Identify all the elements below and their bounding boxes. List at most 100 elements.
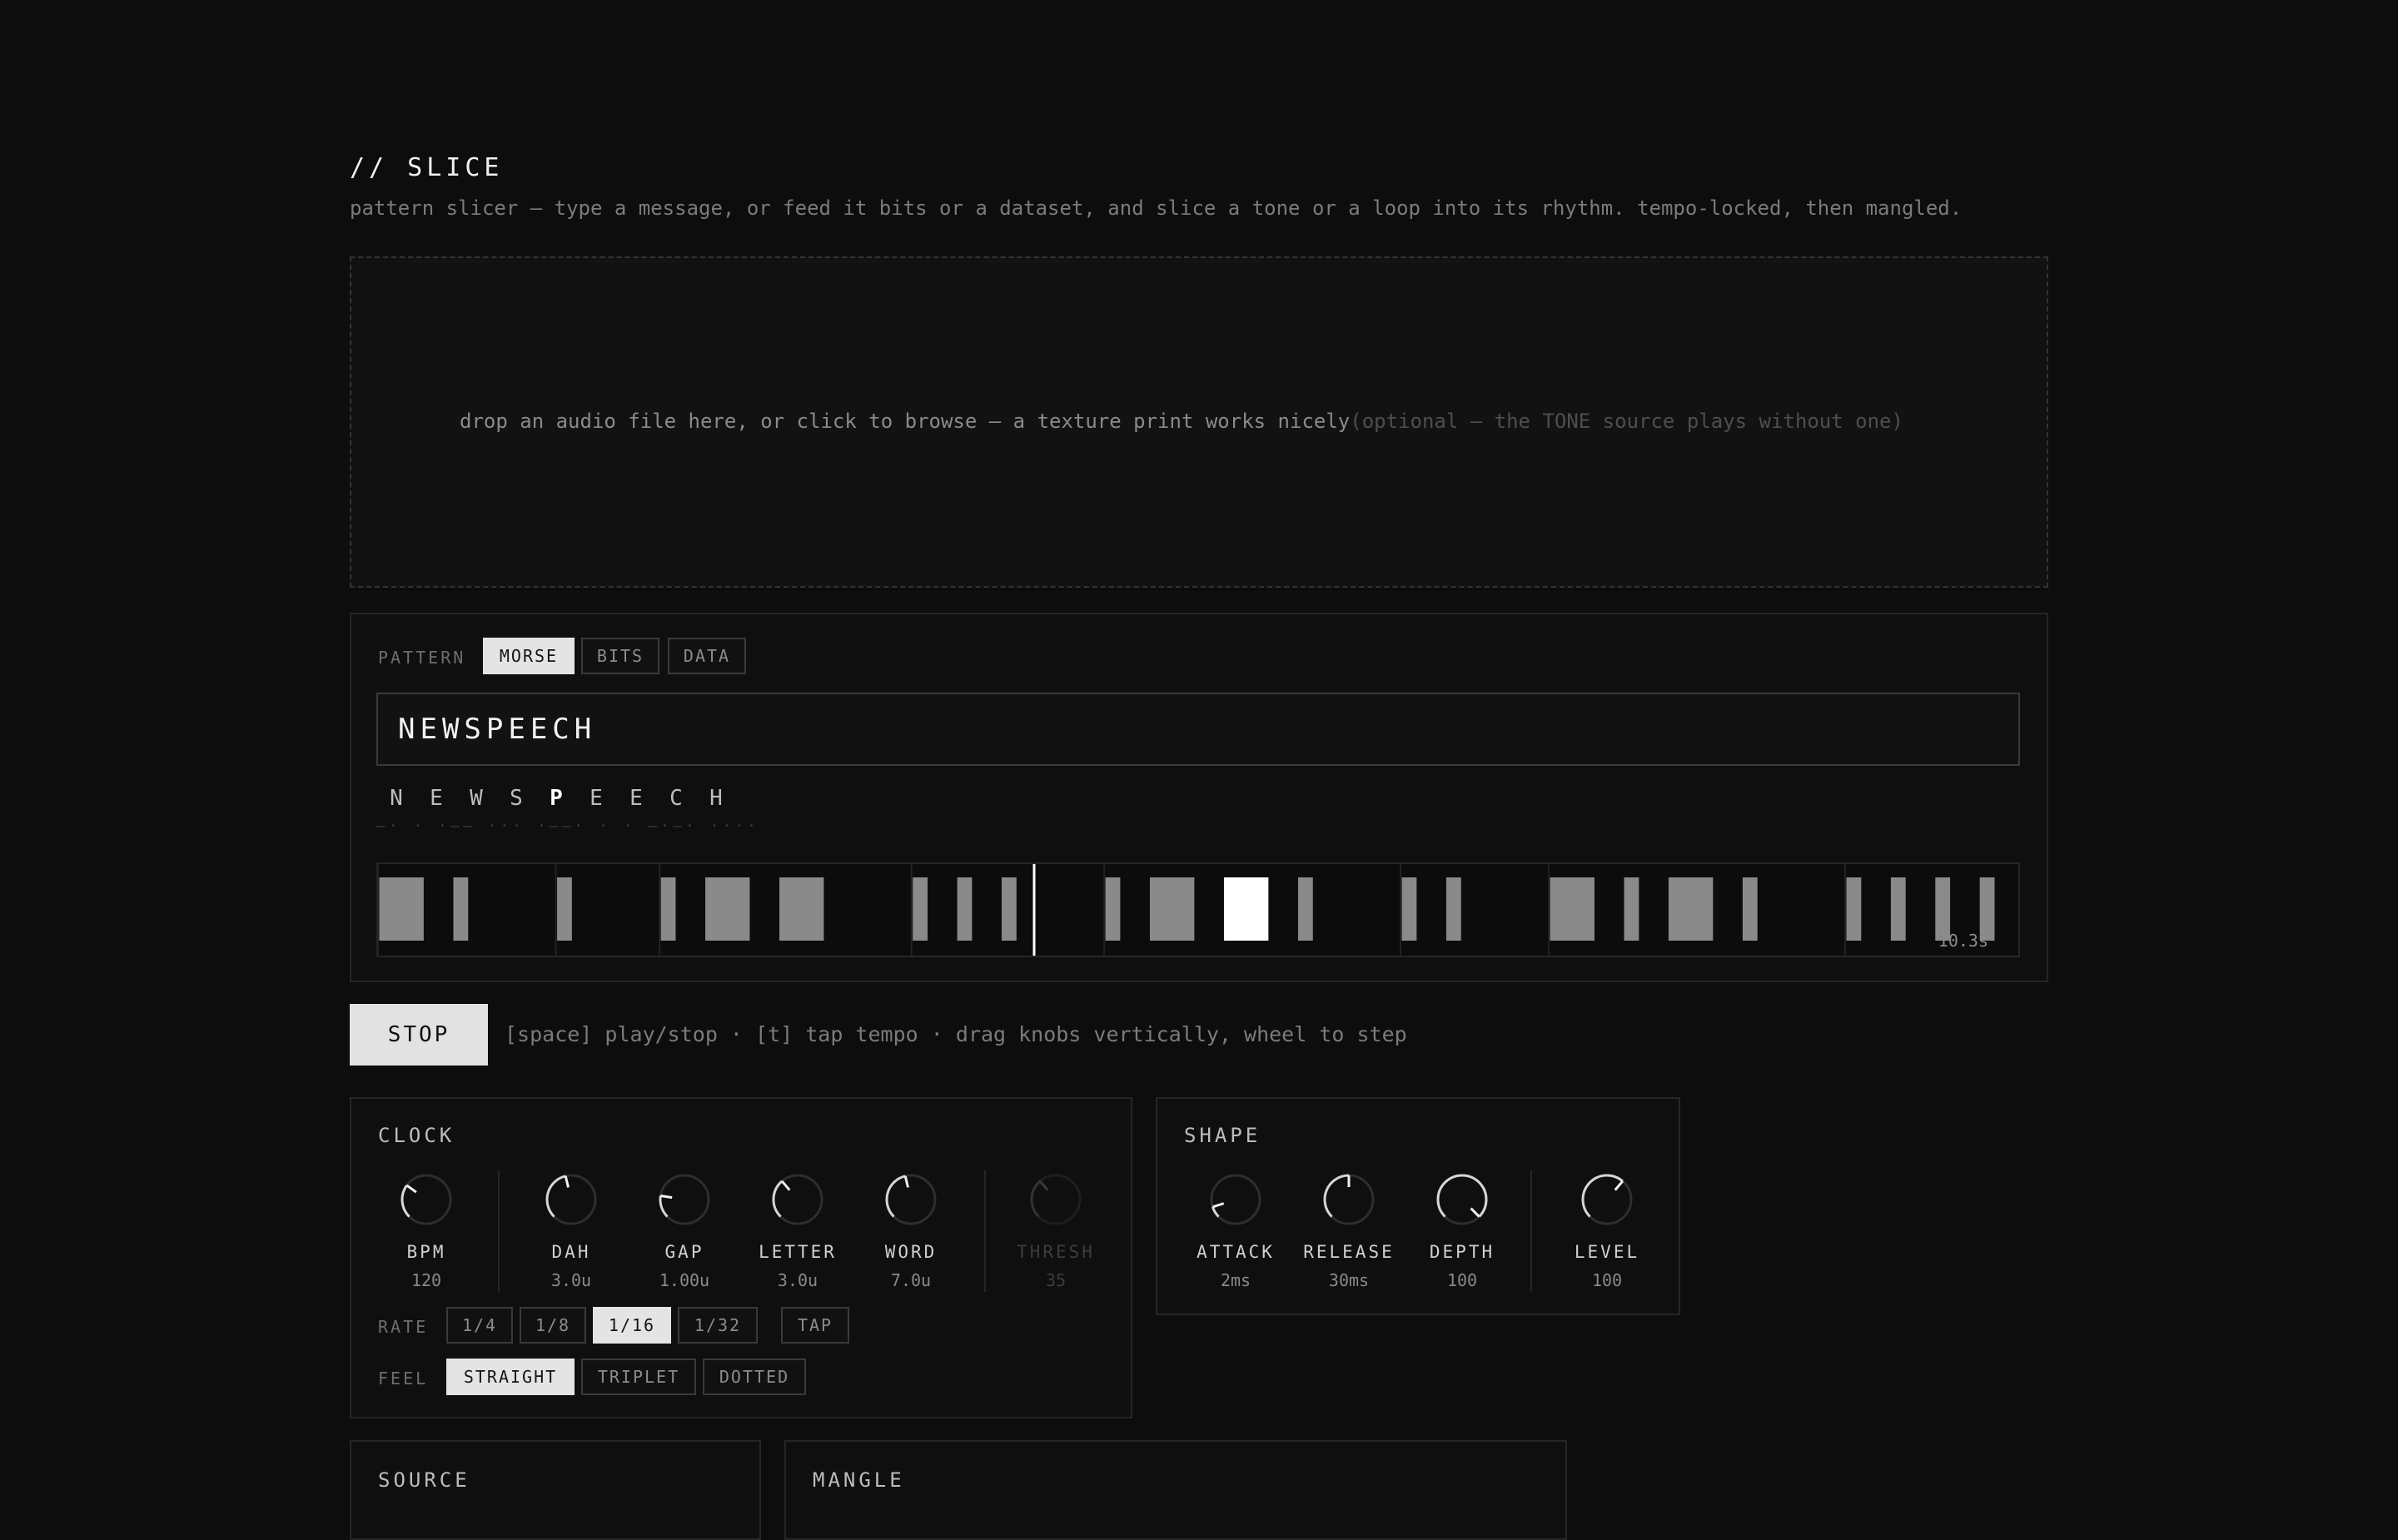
mode-bits-button[interactable]: BITS	[581, 638, 659, 674]
knob-indicator	[781, 1180, 791, 1191]
letter-knob-dial	[772, 1174, 823, 1225]
dah-mark	[1668, 877, 1714, 941]
knob-arc	[1030, 1180, 1042, 1218]
level-knob-dial	[1581, 1174, 1633, 1225]
attack-knob-dial	[1210, 1174, 1261, 1225]
word-knob-dial	[885, 1174, 937, 1225]
mangle-panel: MANGLE	[784, 1440, 1567, 1540]
dropzone-main-text: drop an audio file here, or click to bro…	[460, 410, 1351, 433]
knob-indicator	[660, 1194, 673, 1200]
dit-mark	[1401, 877, 1417, 941]
feel-straight-button[interactable]: STRAIGHT	[446, 1359, 575, 1395]
mode-morse-button[interactable]: MORSE	[483, 638, 575, 674]
letter-strip: N E W S P E E C H	[376, 786, 736, 819]
feel-triplet-button[interactable]: TRIPLET	[581, 1359, 696, 1395]
knob-value: 100	[1446, 1270, 1478, 1290]
knob-value: 30ms	[1328, 1270, 1370, 1290]
dit-mark	[1105, 877, 1121, 941]
letter-current: P	[550, 786, 563, 811]
knob-track	[659, 1174, 710, 1225]
dropzone-optional-text: (optional — the TONE source plays withou…	[1350, 410, 1903, 433]
knob-value: 100	[1591, 1270, 1623, 1290]
letter: H	[709, 786, 723, 811]
knob-indicator	[564, 1175, 570, 1188]
tap-tempo-button[interactable]: TAP	[781, 1307, 849, 1344]
knob-arc	[545, 1175, 566, 1218]
dit-mark	[557, 877, 572, 941]
knob-name: RELEASE	[1303, 1242, 1395, 1262]
letter-knob[interactable]: LETTER 3.0u	[748, 1172, 848, 1290]
source-panel: SOURCE	[350, 1440, 761, 1540]
level-knob[interactable]: LEVEL 100	[1557, 1172, 1657, 1290]
knob-value: 7.0u	[890, 1270, 932, 1290]
knob-arc	[400, 1185, 410, 1218]
knob-value: 120	[410, 1270, 442, 1290]
dit-mark	[1624, 877, 1639, 941]
clock-panel: CLOCK BPM 120 DAH 3.0u GAP 1.00u LETTER …	[350, 1097, 1132, 1418]
dit-mark	[1846, 877, 1862, 941]
divider	[498, 1170, 500, 1292]
dah-knob-dial	[545, 1174, 597, 1225]
release-knob[interactable]: RELEASE 30ms	[1299, 1172, 1399, 1290]
knob-indicator	[1470, 1207, 1480, 1218]
shape-title: SHAPE	[1184, 1124, 1261, 1147]
knob-value: 3.0u	[777, 1270, 818, 1290]
rate-1-8-button[interactable]: 1/8	[520, 1307, 586, 1344]
knob-indicator	[1039, 1180, 1049, 1191]
pattern-timeline[interactable]: 10.3s	[376, 862, 2020, 957]
divider	[984, 1170, 986, 1292]
knob-name: GAP	[664, 1242, 704, 1262]
dah-mark	[1149, 877, 1195, 941]
attack-knob[interactable]: ATTACK 2ms	[1186, 1172, 1286, 1290]
stop-button[interactable]: STOP	[350, 1004, 488, 1066]
rate-1-32-button[interactable]: 1/32	[678, 1307, 758, 1344]
knob-name: WORD	[884, 1242, 938, 1262]
knob-track	[1210, 1174, 1261, 1225]
mode-data-button[interactable]: DATA	[668, 638, 746, 674]
knob-name: DAH	[551, 1242, 591, 1262]
dropzone-text: drop an audio file here, or click to bro…	[460, 410, 1903, 433]
dah-mark	[779, 877, 824, 941]
word-knob[interactable]: WORD 7.0u	[861, 1172, 961, 1290]
depth-knob[interactable]: DEPTH 100	[1412, 1172, 1512, 1290]
mangle-title: MANGLE	[813, 1468, 905, 1492]
knob-track	[400, 1174, 452, 1225]
knob-name: LETTER	[759, 1242, 837, 1262]
dit-mark	[913, 877, 928, 941]
knob-value: 1.00u	[659, 1270, 710, 1290]
knob-arc	[659, 1195, 669, 1218]
rate-1-4-button[interactable]: 1/4	[446, 1307, 513, 1344]
letter: E	[629, 786, 643, 811]
dit-mark	[957, 877, 973, 941]
page-subtitle: pattern slicer — type a message, or feed…	[350, 196, 1963, 220]
depth-knob-dial	[1436, 1174, 1488, 1225]
bpm-knob[interactable]: BPM 120	[376, 1172, 476, 1290]
knob-arc	[1211, 1206, 1220, 1218]
knob-indicator	[903, 1175, 909, 1188]
shape-panel: SHAPE ATTACK 2ms RELEASE 30ms DEPTH 100 …	[1156, 1097, 1680, 1315]
rate-label: RATE	[378, 1317, 429, 1337]
dah-knob[interactable]: DAH 3.0u	[521, 1172, 621, 1290]
dah-mark	[705, 877, 750, 941]
feel-dotted-button[interactable]: DOTTED	[703, 1359, 806, 1395]
knob-arc	[1323, 1174, 1350, 1218]
dit-mark	[1002, 877, 1017, 941]
knob-arc	[772, 1180, 784, 1218]
bpm-knob-dial	[400, 1174, 452, 1225]
pattern-label: PATTERN	[378, 648, 466, 668]
gap-knob[interactable]: GAP 1.00u	[634, 1172, 734, 1290]
rate-1-16-button[interactable]: 1/16	[593, 1307, 671, 1344]
timeline-duration: 10.3s	[1938, 931, 1988, 951]
keyboard-hint: [space] play/stop · [t] tap tempo · drag…	[505, 1022, 1407, 1046]
knob-arc	[1581, 1174, 1624, 1218]
audio-dropzone[interactable]: drop an audio file here, or click to bro…	[350, 256, 2048, 588]
knob-name: LEVEL	[1574, 1242, 1640, 1262]
knob-value: 3.0u	[550, 1270, 592, 1290]
dit-mark	[1742, 877, 1758, 941]
timeline-marks	[378, 864, 1995, 956]
message-input[interactable]: NEWSPEECH	[376, 693, 2020, 766]
letter: W	[470, 786, 483, 811]
thresh-knob[interactable]: THRESH 35	[1006, 1172, 1106, 1290]
dit-mark	[1890, 877, 1906, 941]
dah-mark	[1223, 877, 1269, 941]
